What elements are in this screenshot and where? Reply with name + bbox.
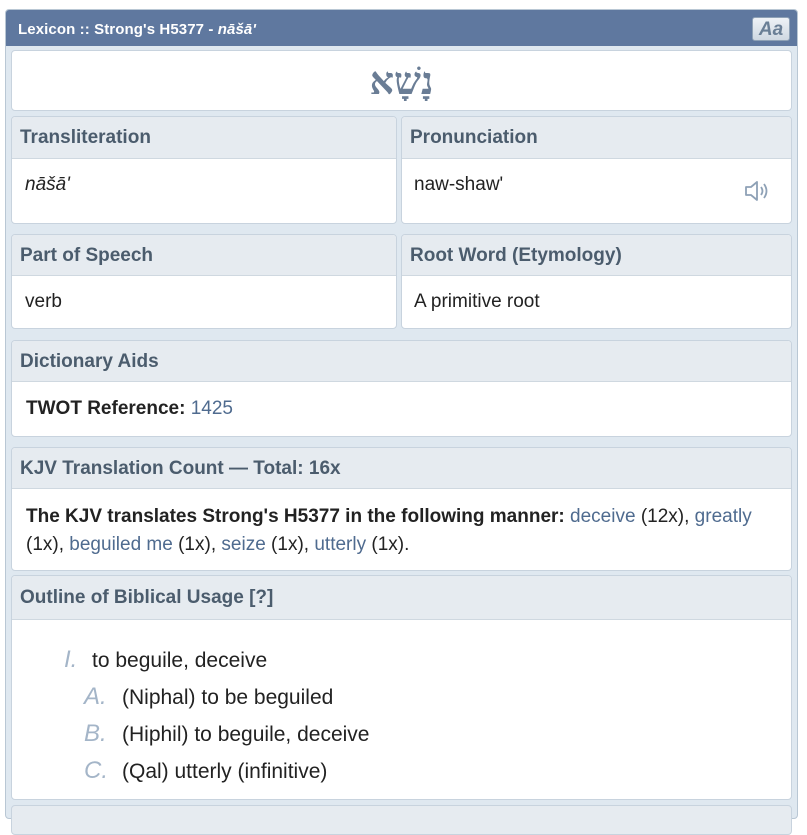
kjv-translation-count: (1x) bbox=[271, 534, 304, 555]
transliteration-panel: Transliteration nāšā' bbox=[11, 116, 397, 224]
kjv-translation-count: (1x) bbox=[178, 534, 211, 555]
pronunciation-heading: Pronunciation bbox=[402, 117, 791, 159]
outline-item-text: (Hiphil) to beguile, deceive bbox=[122, 723, 370, 746]
root-word-panel: Root Word (Etymology) A primitive root bbox=[401, 234, 792, 329]
kjv-intro: The KJV translates Strong's H5377 in the… bbox=[26, 506, 565, 527]
outline-item-number: C. bbox=[84, 757, 108, 784]
kjv-panel: KJV Translation Count — Total: 16x The K… bbox=[11, 447, 792, 571]
kjv-separator: , bbox=[303, 534, 315, 555]
kjv-separator: . bbox=[404, 534, 410, 555]
dictionary-aids-heading: Dictionary Aids bbox=[12, 341, 791, 382]
part-of-speech-value: verb bbox=[25, 291, 62, 312]
kjv-translation-link[interactable]: seize bbox=[221, 534, 265, 555]
outline-item-text: (Niphal) to be beguiled bbox=[122, 686, 334, 709]
hebrew-lemma: נָשָׁא bbox=[369, 58, 434, 103]
lexicon-window: Lexicon :: Strong's H5377 - nāšā' Aa נָש… bbox=[5, 9, 798, 835]
outline-panel: Outline of Biblical Usage [?] I. to begui… bbox=[11, 575, 792, 800]
kjv-translation-count: (12x) bbox=[640, 506, 685, 527]
lexicon-titlebar: Lexicon :: Strong's H5377 - nāšā' Aa bbox=[6, 10, 797, 46]
kjv-separator: , bbox=[210, 534, 222, 555]
outline-item-text: to beguile, deceive bbox=[92, 649, 268, 672]
transliteration-value: nāšā' bbox=[25, 174, 70, 195]
kjv-translation-count: (1x) bbox=[371, 534, 405, 555]
kjv-separator: , bbox=[58, 534, 70, 555]
transliteration-heading: Transliteration bbox=[12, 117, 396, 159]
kjv-translation-link[interactable]: utterly bbox=[314, 534, 366, 555]
window-title: Lexicon :: Strong's H5377 - nāšā' bbox=[18, 21, 256, 38]
title-word: nāšā' bbox=[217, 21, 257, 38]
twot-reference: TWOT Reference: 1425 bbox=[12, 382, 791, 420]
part-of-speech-heading: Part of Speech bbox=[12, 235, 396, 276]
pronunciation-value: naw-shaw' bbox=[414, 174, 504, 195]
kjv-translation-count: (1x) bbox=[26, 534, 59, 555]
outline-heading[interactable]: Outline of Biblical Usage [?] bbox=[12, 576, 791, 620]
outline-item-number: I. bbox=[64, 646, 78, 673]
kjv-translation-link[interactable]: deceive bbox=[570, 506, 636, 527]
root-word-heading: Root Word (Etymology) bbox=[402, 235, 791, 276]
speaker-icon[interactable] bbox=[743, 179, 773, 203]
lemma-panel: נָשָׁא bbox=[11, 50, 792, 111]
title-prefix: Lexicon :: Strong's H5377 - bbox=[18, 21, 218, 38]
part-of-speech-panel: Part of Speech verb bbox=[11, 234, 397, 329]
outline-item: A. (Niphal) to be beguiled bbox=[84, 683, 334, 710]
dictionary-aids-panel: Dictionary Aids TWOT Reference: 1425 bbox=[11, 340, 792, 437]
outline-item: B. (Hiphil) to beguile, deceive bbox=[84, 720, 370, 747]
outline-item-text: (Qal) utterly (infinitive) bbox=[122, 760, 328, 783]
outline-item-number: A. bbox=[84, 683, 107, 710]
kjv-translation-link[interactable]: greatly bbox=[695, 506, 752, 527]
kjv-body: The KJV translates Strong's H5377 in the… bbox=[12, 489, 791, 559]
outline-item: C. (Qal) utterly (infinitive) bbox=[84, 757, 328, 784]
font-size-button[interactable]: Aa bbox=[752, 17, 790, 41]
twot-link[interactable]: 1425 bbox=[191, 398, 233, 419]
pronunciation-panel: Pronunciation naw-shaw' bbox=[401, 116, 792, 224]
kjv-heading: KJV Translation Count — Total: 16x bbox=[12, 448, 791, 489]
root-word-value: A primitive root bbox=[414, 291, 540, 312]
kjv-translation-link[interactable]: beguiled me bbox=[69, 534, 173, 555]
twot-label: TWOT Reference: bbox=[26, 398, 186, 419]
kjv-separator: , bbox=[684, 506, 695, 527]
next-panel bbox=[11, 805, 792, 835]
outline-item: I. to beguile, deceive bbox=[64, 646, 268, 673]
outline-item-number: B. bbox=[84, 720, 107, 747]
